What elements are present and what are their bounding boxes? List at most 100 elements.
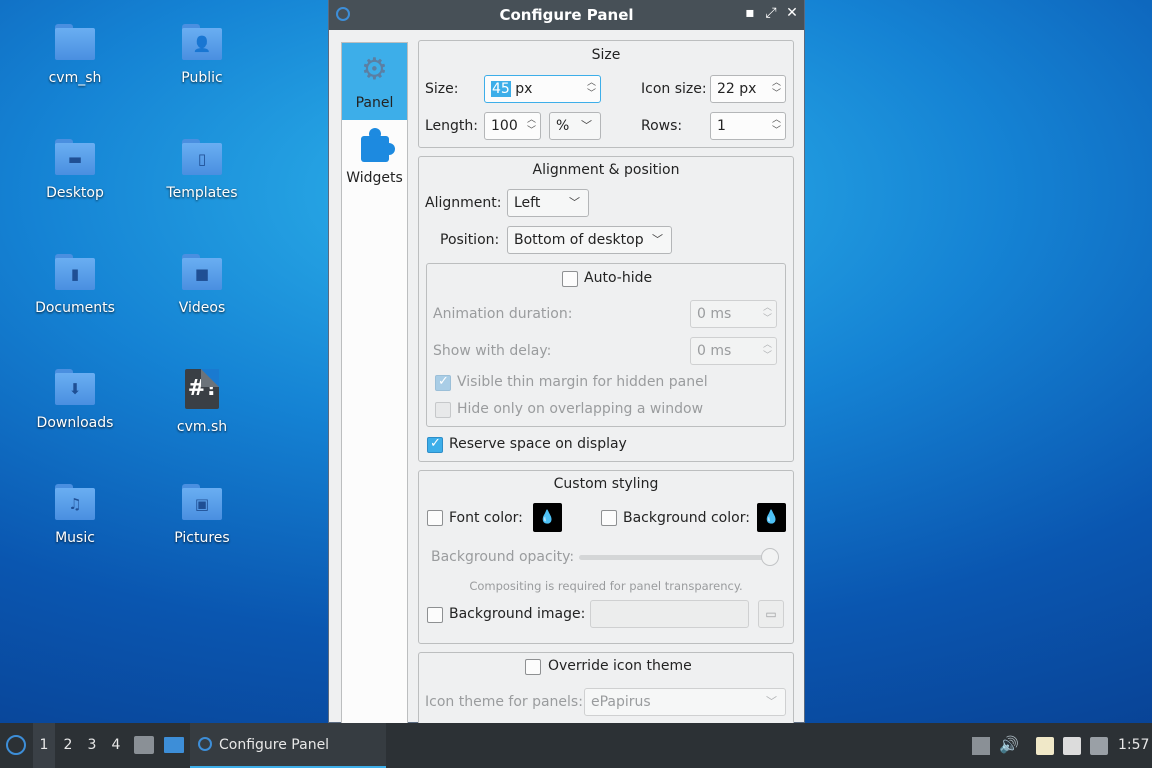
desktop-icon-label: Pictures (174, 530, 230, 546)
thin-margin-label: Visible thin margin for hidden panel (457, 374, 708, 390)
show-delay-spinbox[interactable]: 0 ms ︿ ﹀ (690, 337, 777, 365)
main-menu-icon[interactable] (6, 735, 26, 755)
alignment-group-title: Alignment & position (532, 162, 680, 178)
position-label: Position: (440, 232, 500, 248)
icon-size-label: Icon size: (641, 81, 707, 97)
maximize-icon[interactable]: ⤢ (762, 5, 780, 21)
droplet-icon: 💧 (539, 510, 556, 525)
override-icon-theme-checkbox[interactable] (525, 659, 541, 675)
thin-margin-checkbox[interactable] (435, 374, 451, 391)
length-unit-combo[interactable]: % ﹀ (549, 112, 601, 140)
workspace-1[interactable]: 1 (33, 723, 55, 768)
spin-arrows-icon[interactable]: ︿ ﹀ (763, 340, 772, 362)
clipboard-icon[interactable] (1036, 737, 1054, 755)
folder-public-icon: 👤 (182, 24, 222, 60)
animation-duration-label: Animation duration: (433, 306, 573, 322)
slider-handle[interactable] (761, 548, 779, 566)
show-delay-label: Show with delay: (433, 343, 552, 359)
icon-theme-label: Icon theme for panels: (425, 694, 583, 710)
folder-videos-icon: ■ (182, 254, 222, 290)
background-opacity-label: Background opacity: (431, 549, 575, 565)
reserve-space-checkbox[interactable] (427, 436, 443, 453)
desktop-icon[interactable]: ♫ Music (20, 484, 130, 546)
spin-arrows-icon[interactable]: ︿ ﹀ (587, 78, 596, 100)
show-desktop-icon[interactable] (164, 737, 184, 753)
size-group: Size Size: 45 px ︿ ﹀ Icon size: 22 px ︿ ﹀ … (418, 40, 794, 148)
sidebar-item-panel[interactable]: ⚙ Panel (342, 43, 407, 120)
spin-arrows-icon[interactable]: ︿ ﹀ (763, 303, 772, 325)
configure-panel-window: Configure Panel ▪ ⤢ ✕ ⚙ Panel Widgets Si… (328, 0, 805, 732)
workspace-2[interactable]: 2 (57, 723, 79, 768)
desktop-icon[interactable]: #! cvm.sh (147, 369, 257, 435)
minimize-icon[interactable]: ▪ (741, 5, 759, 21)
background-image-field[interactable] (590, 600, 749, 628)
folder-pictures-icon: ▣ (182, 484, 222, 520)
folder-icon (55, 24, 95, 60)
desktop-icon-label: cvm.sh (176, 419, 228, 435)
background-color-label: Background color: (623, 510, 750, 526)
spin-arrows-icon[interactable]: ︿ ﹀ (772, 115, 781, 137)
length-spinbox[interactable]: 100 ︿ ﹀ (484, 112, 541, 140)
overlap-checkbox[interactable] (435, 402, 451, 418)
task-button-configure-panel[interactable]: Configure Panel (190, 723, 386, 768)
desktop-icon[interactable]: ▣ Pictures (147, 484, 257, 546)
spin-arrows-icon[interactable]: ︿ ﹀ (772, 78, 781, 100)
volume-icon[interactable]: 🔊 (999, 735, 1019, 754)
taskbar: 1234 Configure Panel 🔊 1:57 (0, 723, 1152, 768)
background-color-swatch[interactable]: 💧 (757, 503, 786, 532)
desktop-icon[interactable]: ▮ Documents (20, 254, 130, 316)
eject-icon[interactable] (972, 737, 990, 755)
background-color-checkbox[interactable] (601, 510, 617, 526)
size-spinbox[interactable]: 45 px ︿ ﹀ (484, 75, 601, 103)
desktop-icon[interactable]: ■ Videos (147, 254, 257, 316)
size-label: Size: (425, 81, 459, 97)
close-icon[interactable]: ✕ (783, 5, 801, 21)
task-label: Configure Panel (219, 737, 330, 753)
network-icon[interactable] (1063, 737, 1081, 755)
custom-styling-title: Custom styling (553, 476, 659, 492)
alignment-combo[interactable]: Left ﹀ (507, 189, 589, 217)
font-color-checkbox[interactable] (427, 510, 443, 526)
font-color-swatch[interactable]: 💧 (533, 503, 562, 532)
desktop-icon[interactable]: cvm_sh (20, 24, 130, 86)
desktop-icon[interactable]: ▬ Desktop (20, 139, 130, 201)
sidebar-item-widgets[interactable]: Widgets (342, 120, 407, 200)
spin-arrows-icon[interactable]: ︿ ﹀ (527, 115, 536, 137)
position-combo[interactable]: Bottom of desktop ﹀ (507, 226, 672, 254)
custom-styling-group: Custom styling Font color: 💧 Background … (418, 470, 794, 644)
animation-duration-value: 0 ms (697, 306, 732, 322)
file-manager-icon[interactable] (134, 736, 154, 754)
icon-size-spinbox[interactable]: 22 px ︿ ﹀ (710, 75, 786, 103)
autohide-checkbox[interactable] (562, 271, 578, 287)
background-opacity-slider[interactable] (579, 555, 779, 560)
size-unit: px (510, 81, 533, 97)
workspace-3[interactable]: 3 (81, 723, 103, 768)
desktop-icon-label: Videos (178, 300, 226, 316)
notification-icon[interactable] (1090, 737, 1108, 755)
desktop-icon-label: Documents (35, 300, 115, 316)
rows-spinbox[interactable]: 1 ︿ ﹀ (710, 112, 786, 140)
animation-duration-spinbox[interactable]: 0 ms ︿ ﹀ (690, 300, 777, 328)
desktop-icon[interactable]: ▯ Templates (147, 139, 257, 201)
icon-theme-combo[interactable]: ePapirus ﹀ (584, 688, 786, 716)
chevron-down-icon: ﹀ (569, 196, 580, 209)
folder-downloads-icon: ⬇ (55, 369, 95, 405)
droplet-icon: 💧 (763, 510, 780, 525)
title-bar[interactable]: Configure Panel ▪ ⤢ ✕ (329, 0, 804, 30)
chevron-down-icon: ﹀ (581, 119, 592, 132)
background-image-checkbox[interactable] (427, 607, 443, 623)
desktop-icon-label: Music (55, 530, 95, 546)
clock[interactable]: 1:57 (1118, 737, 1149, 753)
desktop-icon[interactable]: ⬇ Downloads (20, 369, 130, 431)
script-file-icon: #! (185, 369, 219, 409)
puzzle-icon (355, 126, 395, 164)
desktop-icon[interactable]: 👤 Public (147, 24, 257, 86)
override-icon-theme-label: Override icon theme (548, 658, 692, 674)
length-unit-value: % (556, 118, 570, 134)
desktop-icon-label: Public (181, 70, 223, 86)
workspace-4[interactable]: 4 (105, 723, 127, 768)
window-title: Configure Panel (499, 6, 634, 24)
folder-templates-icon: ▯ (182, 139, 222, 175)
reserve-space-label: Reserve space on display (449, 436, 627, 452)
browse-image-icon[interactable]: ▭ (758, 600, 784, 628)
